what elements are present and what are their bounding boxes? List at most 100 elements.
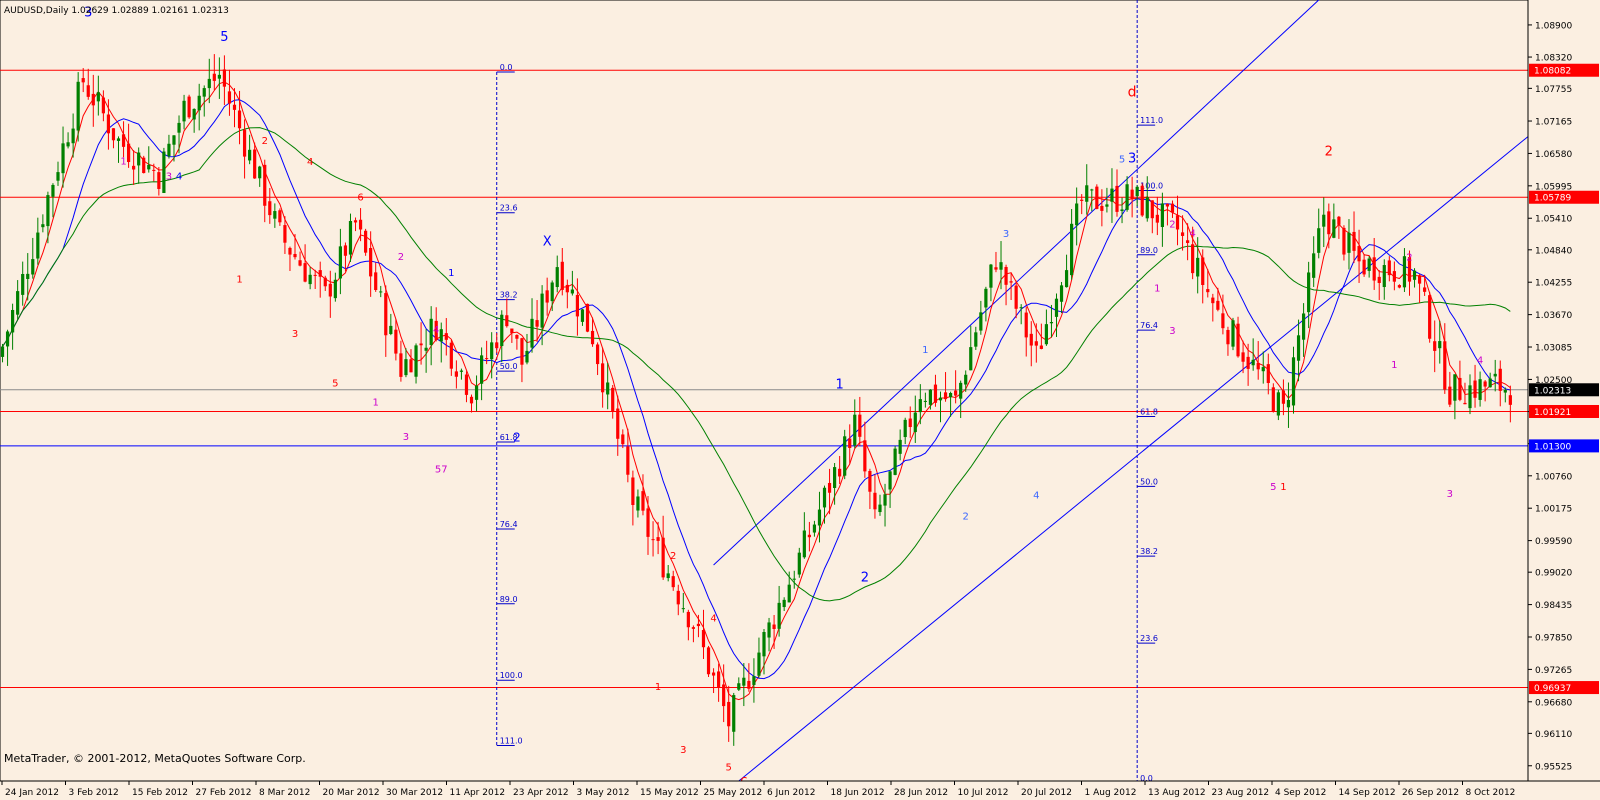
candle-body xyxy=(1221,313,1225,329)
wave-label: 6 xyxy=(357,193,363,204)
fib-level-label: 38.2 xyxy=(500,291,518,300)
fib-level-label: 0.0 xyxy=(500,63,513,72)
fib-level-label: 23.6 xyxy=(1140,634,1158,643)
candle-body xyxy=(1095,186,1099,209)
candle-body xyxy=(1216,300,1220,310)
candle-body xyxy=(898,439,902,454)
candle-body xyxy=(505,315,509,327)
time-tick-label: 10 Jul 2012 xyxy=(958,788,1009,798)
candle-body xyxy=(182,100,186,122)
candle-body xyxy=(711,672,716,676)
candle-body xyxy=(333,279,337,299)
candle-body xyxy=(353,220,358,223)
candle-body xyxy=(1327,211,1331,235)
fib-level-label: 38.2 xyxy=(1140,547,1158,556)
candle-body xyxy=(106,114,111,134)
candle-body xyxy=(399,353,403,377)
price-tick-label: 1.07165 xyxy=(1535,118,1572,128)
candle-body xyxy=(1433,341,1437,351)
candle-body xyxy=(1024,312,1028,338)
wave-label: 4 xyxy=(176,171,182,182)
candle-body xyxy=(792,578,796,580)
wave-label: 2 xyxy=(861,571,869,586)
candle-body xyxy=(969,347,973,371)
candle-body xyxy=(994,267,998,270)
candle-body xyxy=(1115,185,1119,212)
price-axis: 1.089001.083201.077551.071651.065801.059… xyxy=(1527,0,1600,800)
candle-body xyxy=(419,343,423,346)
candle-body xyxy=(318,270,322,277)
candle-body xyxy=(565,284,569,293)
candle-body xyxy=(590,330,595,345)
fib-level-label: 76.4 xyxy=(1140,321,1158,330)
candle-body xyxy=(858,414,862,437)
wave-label: X xyxy=(543,234,552,249)
candle-body xyxy=(1201,257,1205,285)
price-chart[interactable]: 0.023.638.250.061.876.489.0100.0111.0111… xyxy=(0,0,1600,800)
wave-label: 3 xyxy=(403,432,409,443)
candle-body xyxy=(515,334,519,339)
candle-body xyxy=(283,225,287,243)
time-tick-label: 30 Mar 2012 xyxy=(386,788,443,798)
price-tick-label: 0.98435 xyxy=(1535,601,1572,611)
price-tick-label: 0.95525 xyxy=(1535,762,1572,772)
price-tick-label: 1.08320 xyxy=(1535,54,1572,64)
candle-body xyxy=(1312,253,1316,278)
candle-body xyxy=(409,359,413,373)
candle-body xyxy=(1428,295,1432,339)
candle-body xyxy=(121,134,126,147)
symbol-info: AUDUSD,Daily 1.02629 1.02889 1.02161 1.0… xyxy=(4,6,229,16)
candle-body xyxy=(732,695,736,732)
price-label-text: 1.08082 xyxy=(1534,67,1571,77)
candle-body xyxy=(490,342,494,360)
chart-window[interactable]: 0.0 23.6 38.2 50.0 61.8 76.4 89.0 100.0 111.0 111… xyxy=(0,0,1600,800)
fibonacci-layer: 0.023.638.250.061.876.489.0100.0111.0111… xyxy=(496,0,1163,784)
candle-body xyxy=(323,277,327,287)
candle-body xyxy=(550,282,554,302)
wave-label: 4 xyxy=(307,157,313,168)
time-tick-label: 8 Mar 2012 xyxy=(259,788,310,798)
candle-body xyxy=(928,389,933,405)
candle-body xyxy=(1044,324,1049,345)
candle-body xyxy=(1281,390,1286,404)
candle-body xyxy=(948,392,953,398)
candle-body xyxy=(1256,362,1260,370)
candle-body xyxy=(126,143,131,163)
candle-body xyxy=(1508,395,1512,405)
candle-body xyxy=(1019,307,1023,309)
candle-body xyxy=(908,418,912,428)
price-tick-label: 1.07755 xyxy=(1535,85,1572,95)
time-tick-label: 4 Sep 2012 xyxy=(1275,788,1326,798)
candle-body xyxy=(454,371,458,377)
time-tick-label: 13 Aug 2012 xyxy=(1148,788,1206,798)
candle-body xyxy=(923,400,927,402)
candle-body xyxy=(636,496,640,511)
candle-body xyxy=(1049,322,1054,324)
candle-body xyxy=(1054,298,1059,317)
wave-label: 5 xyxy=(1119,154,1125,165)
candle-body xyxy=(1110,188,1114,202)
channel-line xyxy=(738,125,1541,782)
time-tick-label: 11 Apr 2012 xyxy=(450,788,506,798)
wave-label: 3 xyxy=(166,171,172,182)
wave-label: 1 xyxy=(836,377,844,392)
candle-body xyxy=(111,128,116,141)
candle-body xyxy=(56,172,60,181)
price-tick-label: 0.97850 xyxy=(1535,633,1572,643)
wave-label: 5 xyxy=(332,379,338,390)
wave-label: 4 xyxy=(433,325,439,336)
candle-body xyxy=(1372,257,1376,281)
candle-body xyxy=(338,246,342,279)
candle-body xyxy=(464,374,469,395)
candle-body xyxy=(1276,392,1280,416)
candle-body xyxy=(469,396,474,404)
candle-body xyxy=(21,274,25,295)
candle-body xyxy=(696,623,701,627)
candle-body xyxy=(717,671,721,688)
wave-label: 5 xyxy=(220,30,228,45)
time-tick-label: 6 Jun 2012 xyxy=(767,788,815,798)
candle-body xyxy=(863,440,867,472)
candle-body xyxy=(66,142,70,147)
time-tick-label: 14 Sep 2012 xyxy=(1339,788,1396,798)
candle-body xyxy=(172,135,176,145)
